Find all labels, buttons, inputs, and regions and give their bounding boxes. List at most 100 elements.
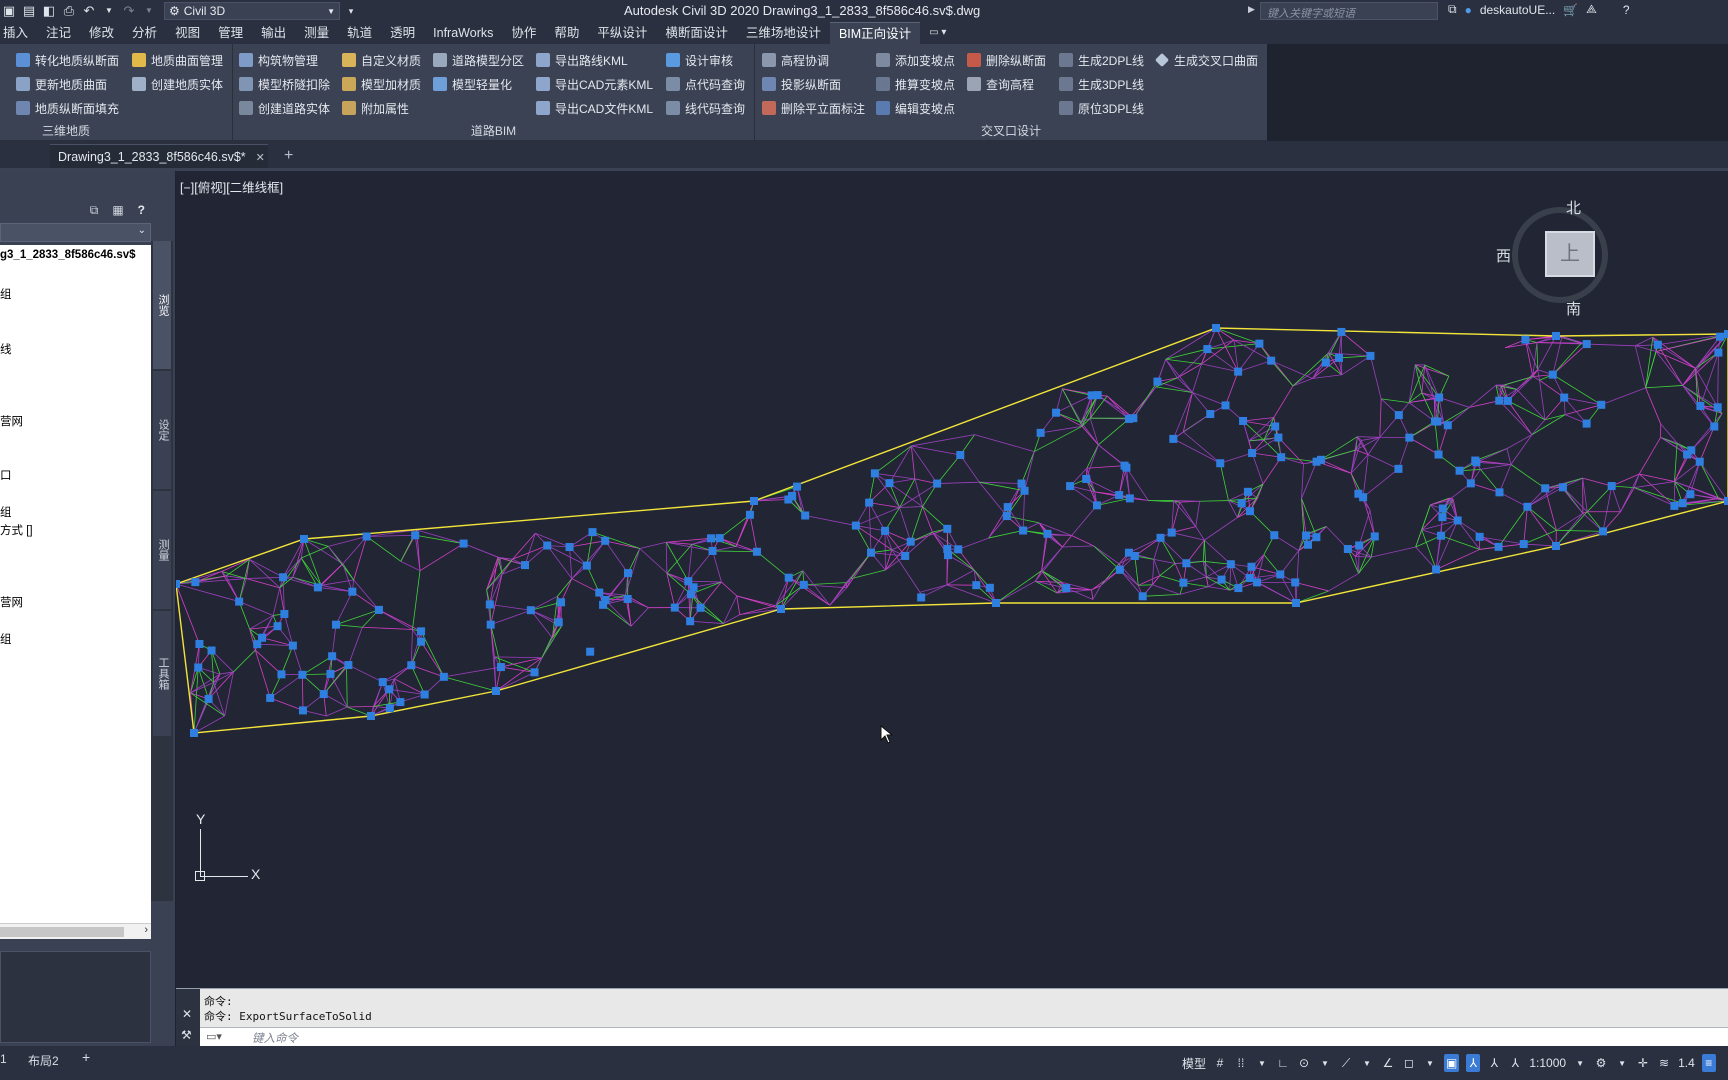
cart-icon[interactable]: 🛒 <box>1563 3 1578 17</box>
dropdown-icon[interactable]: ▼ <box>1255 1054 1269 1072</box>
compass-north[interactable]: 北 <box>1566 197 1581 218</box>
expand-search-icon[interactable]: ▶ <box>1248 4 1255 15</box>
print-icon[interactable]: ⎙ <box>62 4 76 18</box>
road-model-zone-button[interactable]: 道路模型分区 <box>433 50 524 70</box>
custom-material-button[interactable]: 自定义材质 <box>342 50 421 70</box>
tree-item[interactable]: 营网 <box>0 594 23 610</box>
ortho-icon[interactable]: ∟ <box>1276 1054 1290 1072</box>
bridge-tunnel-deduct-button[interactable]: 模型桥隧扣除 <box>239 74 330 94</box>
lineweight-icon[interactable]: ▣ <box>1444 1054 1460 1072</box>
menu-view[interactable]: 视图 <box>166 22 209 44</box>
menu-modify[interactable]: 修改 <box>80 22 123 44</box>
line-code-query-button[interactable]: 线代码查询 <box>666 98 745 118</box>
model-space-toggle[interactable]: 模型 <box>1182 1054 1206 1072</box>
menu-infraworks[interactable]: InfraWorks <box>424 22 502 44</box>
tree-item[interactable]: 方式 [] <box>0 522 33 538</box>
dropdown-icon[interactable]: ▼ <box>1360 1054 1374 1072</box>
tab-survey[interactable]: 测量 <box>153 491 171 609</box>
menu-site-design[interactable]: 三维场地设计 <box>737 22 830 44</box>
tree-item[interactable]: 组 <box>0 504 12 520</box>
search-input[interactable]: 键入关键字或短语 <box>1260 2 1438 20</box>
model-add-material-button[interactable]: 模型加材质 <box>342 74 421 94</box>
close-icon[interactable]: ✕ <box>182 1007 192 1021</box>
workspace-select[interactable]: ⚙ Civil 3D ▼ <box>164 2 340 20</box>
scrollbar-thumb[interactable] <box>0 927 124 937</box>
layers-icon[interactable]: ≋ <box>1657 1054 1671 1072</box>
chevron-right-icon[interactable]: › <box>144 924 148 936</box>
tree-item[interactable]: 营网 <box>0 413 23 429</box>
layout-tab-2[interactable]: 布局2 <box>28 1052 59 1069</box>
annotation-autoscale-icon[interactable]: ⅄ <box>1487 1054 1501 1072</box>
snap-icon[interactable]: ⁞⁞ <box>1234 1054 1248 1072</box>
create-road-solid-button[interactable]: 创建道路实体 <box>239 98 330 118</box>
dropdown-icon[interactable]: ▼ <box>1318 1054 1332 1072</box>
delete-profile-button[interactable]: 删除纵断面 <box>967 50 1046 70</box>
dropdown-icon[interactable]: ▼ <box>142 4 156 18</box>
tree-item[interactable]: 组 <box>0 631 12 647</box>
menu-cross-section[interactable]: 横断面设计 <box>656 22 737 44</box>
query-elevation-button[interactable]: 查询高程 <box>967 74 1034 94</box>
generate-3dpl-button[interactable]: 生成3DPL线 <box>1059 74 1144 94</box>
add-layout-button[interactable]: + <box>82 1049 90 1065</box>
object-snap-icon[interactable]: ∠ <box>1381 1054 1395 1072</box>
binoculars-icon[interactable]: ⧉ <box>1448 2 1457 17</box>
help-icon[interactable]: ? <box>1623 3 1630 17</box>
menu-collaborate[interactable]: 协作 <box>502 22 545 44</box>
tab-toolbox[interactable]: 工具箱 <box>153 611 171 736</box>
structure-manage-button[interactable]: 构筑物管理 <box>239 50 318 70</box>
open-icon[interactable]: ◧ <box>42 4 56 18</box>
annotation-visibility-icon[interactable]: ⅄ <box>1466 1054 1481 1072</box>
export-route-kml-button[interactable]: 导出路线KML <box>536 50 628 70</box>
dropdown-icon[interactable]: ▼ <box>1573 1054 1587 1072</box>
palette-view-icon[interactable]: ▦ <box>112 203 123 217</box>
isodraft-icon[interactable]: ⟋ <box>1339 1054 1353 1072</box>
tin-surface[interactable] <box>176 171 1728 988</box>
dropdown-icon[interactable]: ▼ <box>1615 1054 1629 1072</box>
annotation-scale-value[interactable]: 1:1000 <box>1529 1054 1566 1072</box>
create-geology-solid-button[interactable]: 创建地质实体 <box>132 74 223 94</box>
menu-bim-design[interactable]: BIM正向设计 <box>829 22 921 44</box>
annotation-scale-icon[interactable]: ⅄ <box>1508 1054 1522 1072</box>
save-as-icon[interactable]: ▤ <box>22 4 36 18</box>
menu-help[interactable]: 帮助 <box>545 22 588 44</box>
edit-pvi-button[interactable]: 编辑变坡点 <box>876 98 955 118</box>
horizontal-scrollbar[interactable]: › <box>0 923 151 939</box>
help-icon[interactable]: ? <box>138 203 145 217</box>
palette-options-icon[interactable]: ⧉ <box>90 203 99 218</box>
menu-manage[interactable]: 管理 <box>209 22 252 44</box>
compass-south[interactable]: 南 <box>1566 298 1581 319</box>
add-pvi-button[interactable]: 添加变坡点 <box>876 50 955 70</box>
customize-icon[interactable]: ≡ <box>1701 1054 1716 1072</box>
dropdown-icon[interactable]: ▼ <box>1423 1054 1437 1072</box>
grid-icon[interactable]: # <box>1213 1054 1227 1072</box>
save-icon[interactable]: ▣ <box>2 4 16 18</box>
tree-item[interactable]: 线 <box>0 341 12 357</box>
export-cad-element-kml-button[interactable]: 导出CAD元素KML <box>536 74 653 94</box>
customize-qat-icon[interactable]: ▾ <box>344 4 358 18</box>
menu-rail[interactable]: 轨道 <box>338 22 381 44</box>
command-input[interactable]: 键入命令 <box>200 1027 1728 1047</box>
model-lightweight-button[interactable]: 模型轻量化 <box>433 74 512 94</box>
attach-attribute-button[interactable]: 附加属性 <box>342 98 409 118</box>
project-profile-button[interactable]: 投影纵断面 <box>762 74 841 94</box>
crosshair-icon[interactable]: ✛ <box>1636 1054 1650 1072</box>
menu-plan-profile[interactable]: 平纵设计 <box>588 22 656 44</box>
menu-transparent[interactable]: 透明 <box>381 22 424 44</box>
convert-geology-profile-button[interactable]: 转化地质纵断面 <box>16 50 119 70</box>
update-geology-surface-button[interactable]: 更新地质曲面 <box>16 74 107 94</box>
share-icon[interactable]: ⟁ <box>1586 2 1597 17</box>
command-prompt-icon[interactable]: ▭▾ <box>206 1030 222 1043</box>
viewcube[interactable]: 上 北 西 南 <box>1496 200 1612 318</box>
tab-settings[interactable]: 设定 <box>153 371 171 489</box>
snap-tracking-icon[interactable]: ◻ <box>1402 1054 1416 1072</box>
export-cad-file-kml-button[interactable]: 导出CAD文件KML <box>536 98 653 118</box>
generate-2dpl-button[interactable]: 生成2DPL线 <box>1059 50 1144 70</box>
delete-plan-elevation-label-button[interactable]: 删除平立面标注 <box>762 98 865 118</box>
tree-item[interactable]: 口 <box>0 467 12 483</box>
geology-surface-manage-button[interactable]: 地质曲面管理 <box>132 50 223 70</box>
geology-profile-fill-button[interactable]: 地质纵断面填充 <box>16 98 119 118</box>
menu-annotate[interactable]: 注记 <box>37 22 80 44</box>
new-tab-button[interactable]: + <box>284 147 293 165</box>
redo-icon[interactable]: ↷ <box>122 4 136 18</box>
palette-combo[interactable]: ⌄ <box>0 223 151 242</box>
